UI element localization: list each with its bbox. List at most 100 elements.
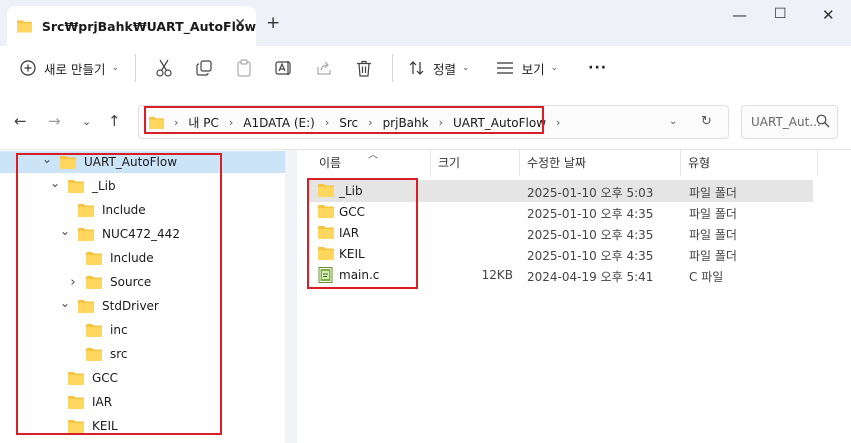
tree-item[interactable]: KEIL	[0, 415, 285, 437]
tree-item[interactable]: Include	[0, 247, 285, 269]
minimize-icon[interactable]: —	[732, 6, 747, 24]
tree-item[interactable]: GCC	[0, 367, 285, 389]
tree-item[interactable]: ⌄ NUC472_442	[0, 223, 285, 245]
tree-item[interactable]: › Source	[0, 271, 285, 293]
breadcrumb-item[interactable]: UART_AutoFlow	[453, 116, 546, 130]
file-name: main.c	[339, 268, 380, 282]
view-button-label: 보기	[521, 61, 545, 77]
file-row[interactable]: GCC 2025-01-10 오후 4:35 파일 폴더	[307, 201, 813, 223]
chevron-down-icon: ⌄	[462, 63, 470, 73]
tree-item-label: IAR	[92, 395, 113, 409]
copy-button[interactable]	[184, 60, 224, 76]
c-file-icon	[318, 267, 333, 283]
address-bar[interactable]: › 내 PC › A1DATA (E:) › Src › prjBahk › U…	[138, 105, 729, 139]
tree-item-label: GCC	[92, 371, 119, 385]
search-box[interactable]: UART_Aut...	[741, 105, 838, 139]
tree-item-label: UART_AutoFlow	[84, 155, 178, 169]
close-window-icon[interactable]: ✕	[822, 6, 835, 24]
file-row[interactable]: KEIL 2025-01-10 오후 4:35 파일 폴더	[307, 243, 813, 265]
breadcrumb-separator-icon: ›	[174, 116, 179, 129]
new-tab-icon[interactable]: +	[266, 13, 280, 33]
recent-locations-chevron-icon[interactable]: ⌄	[82, 115, 91, 128]
back-arrow-icon[interactable]: ←	[14, 112, 27, 130]
delete-button[interactable]	[344, 60, 384, 77]
file-row[interactable]: IAR 2025-01-10 오후 4:35 파일 폴더	[307, 222, 813, 244]
command-bar: 새로 만들기 ⌄ 정렬 ⌄ 보기 ⌄ ···	[0, 46, 851, 90]
more-options-button[interactable]: ···	[580, 52, 615, 84]
rename-button[interactable]	[264, 60, 304, 76]
folder-icon	[68, 396, 84, 409]
rename-icon	[275, 61, 291, 75]
new-button[interactable]: 새로 만들기 ⌄	[12, 52, 127, 84]
chevron-down-icon: ⌄	[111, 63, 120, 73]
tab-title: Src₩prjBahk₩UART_AutoFlow	[41, 18, 256, 34]
tree-item-label: StdDriver	[102, 299, 159, 313]
chevron-down-icon[interactable]: ⌄	[58, 296, 72, 310]
column-divider[interactable]	[519, 150, 520, 176]
column-divider[interactable]	[817, 150, 818, 176]
cut-button[interactable]	[144, 59, 184, 77]
view-button[interactable]: 보기 ⌄	[488, 52, 567, 84]
folder-icon	[68, 420, 84, 433]
sort-button[interactable]: 정렬 ⌄	[401, 52, 478, 84]
column-divider[interactable]	[680, 150, 681, 176]
paste-button[interactable]	[224, 59, 264, 77]
file-date: 2025-01-10 오후 4:35	[527, 249, 654, 263]
folder-icon	[60, 156, 76, 169]
tree-item[interactable]: IAR	[0, 391, 285, 413]
file-type: 파일 폴더	[689, 186, 737, 200]
breadcrumb-separator-icon: ›	[556, 116, 561, 129]
chevron-down-icon[interactable]: ⌄	[48, 176, 62, 190]
up-arrow-icon[interactable]: ↑	[108, 112, 121, 130]
file-name: KEIL	[339, 247, 365, 261]
column-divider[interactable]	[430, 150, 431, 176]
chevron-down-icon[interactable]: ⌄	[40, 152, 54, 166]
new-button-label: 새로 만들기	[44, 61, 106, 77]
breadcrumb-item[interactable]: prjBahk	[383, 116, 429, 130]
folder-icon	[318, 205, 334, 218]
file-row[interactable]: main.c 12KB 2024-04-19 오후 5:41 C 파일	[307, 264, 813, 286]
title-bar: Src₩prjBahk₩UART_AutoFlow ✕ + — ☐ ✕	[0, 0, 851, 46]
chevron-down-icon[interactable]: ⌄	[58, 224, 72, 238]
breadcrumb-item[interactable]: A1DATA (E:)	[243, 116, 315, 130]
column-header-date[interactable]: 수정한 날짜	[527, 150, 586, 176]
tree-item-label: inc	[110, 323, 128, 337]
chevron-down-icon: ⌄	[550, 63, 559, 73]
address-history-chevron-icon[interactable]: ⌄	[669, 116, 677, 127]
close-tab-icon[interactable]: ✕	[234, 16, 246, 32]
navigation-pane-scrollbar[interactable]	[286, 150, 296, 443]
chevron-right-icon[interactable]: ›	[66, 275, 80, 290]
file-date: 2024-04-19 오후 5:41	[527, 270, 654, 284]
tree-item[interactable]: inc	[0, 319, 285, 341]
tree-item[interactable]: ⌄ UART_AutoFlow	[0, 151, 285, 173]
tree-item-label: Include	[102, 203, 146, 217]
tree-item-label: Include	[110, 251, 154, 265]
folder-icon	[78, 204, 94, 217]
column-header-size[interactable]: 크기	[438, 150, 460, 176]
column-header-name[interactable]: 이름	[319, 150, 341, 176]
column-header-type[interactable]: 유형	[688, 150, 710, 176]
search-placeholder: UART_Aut...	[751, 115, 821, 129]
file-row[interactable]: _Lib 2025-01-10 오후 5:03 파일 폴더	[307, 180, 813, 202]
file-type: 파일 폴더	[689, 249, 737, 263]
file-date: 2025-01-10 오후 4:35	[527, 207, 654, 221]
file-type: 파일 폴더	[689, 207, 737, 221]
tree-item[interactable]: src	[0, 343, 285, 365]
breadcrumb-item[interactable]: 내 PC	[188, 114, 218, 131]
share-button[interactable]	[304, 60, 344, 76]
toolbar-divider	[392, 54, 394, 82]
refresh-icon[interactable]: ↻	[701, 114, 712, 129]
tree-item[interactable]: ⌄ _Lib	[0, 175, 285, 197]
breadcrumb-item[interactable]: Src	[339, 116, 358, 130]
share-icon	[317, 61, 331, 75]
copy-icon	[196, 60, 212, 76]
tree-item[interactable]: ⌄ StdDriver	[0, 295, 285, 317]
forward-arrow-icon[interactable]: →	[48, 112, 61, 130]
navigation-pane: ⌄ UART_AutoFlow ⌄ _Lib Include ⌄ NUC472_442 Inc…	[0, 150, 285, 443]
tab-current-folder[interactable]: Src₩prjBahk₩UART_AutoFlow ✕	[7, 6, 256, 46]
folder-icon	[78, 300, 94, 313]
file-type: 파일 폴더	[689, 228, 737, 242]
file-name: GCC	[339, 205, 366, 219]
maximize-icon[interactable]: ☐	[774, 6, 787, 22]
tree-item[interactable]: Include	[0, 199, 285, 221]
